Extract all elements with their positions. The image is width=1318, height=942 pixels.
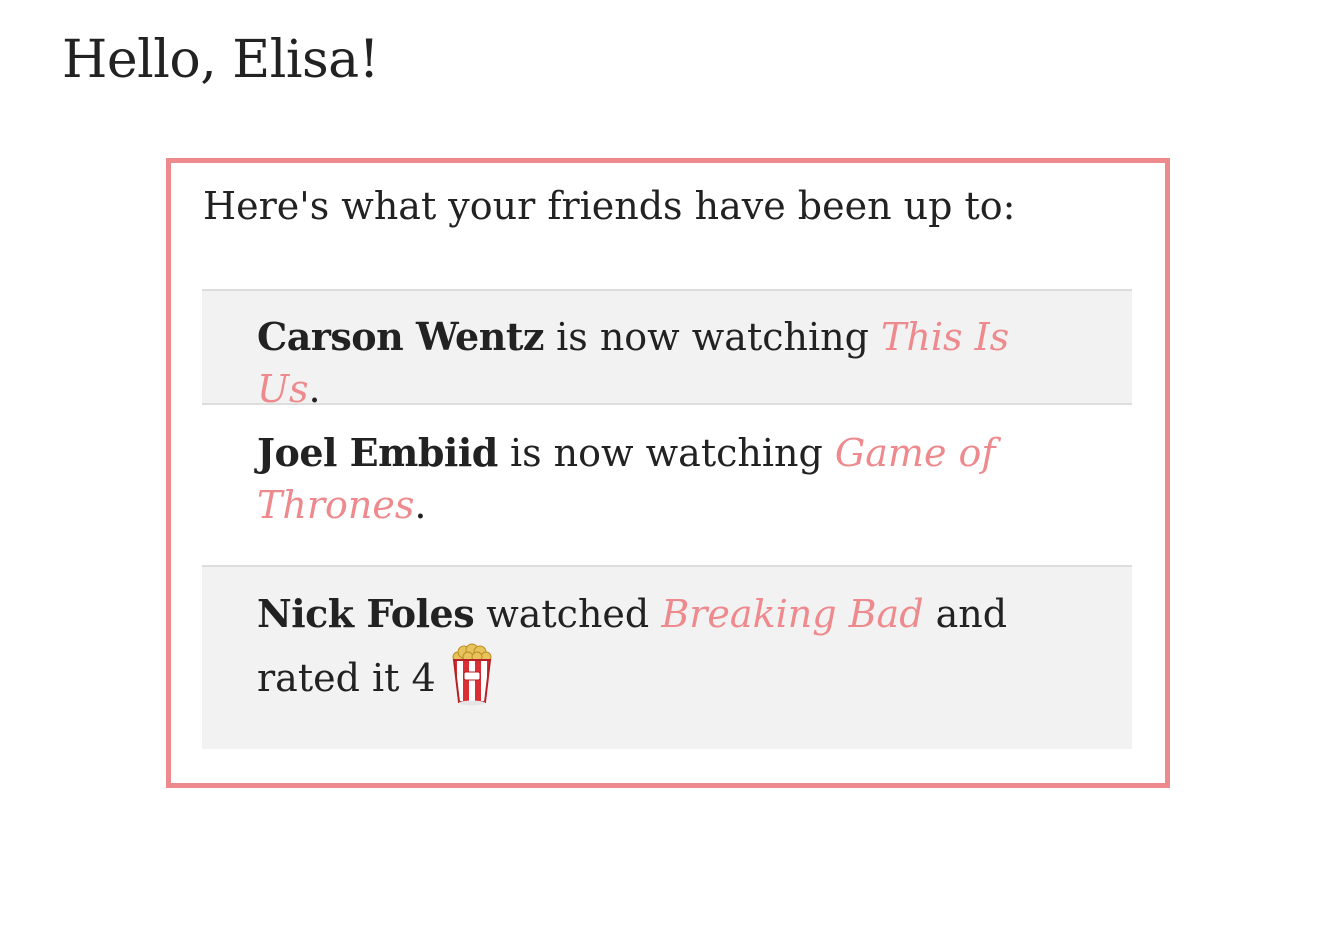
activity-text: is now watching xyxy=(556,315,869,359)
activity-text: is now watching xyxy=(509,431,823,475)
activity-item: Joel Embiid is now watching Game of Thro… xyxy=(202,403,1132,565)
activity-item: Nick Foles watched Breaking Bad and rate… xyxy=(202,565,1132,749)
friends-activity-card: Here's what your friends have been up to… xyxy=(166,158,1170,788)
page-title: Hello, Elisa! xyxy=(62,30,380,90)
activity-list: Carson Wentz is now watching This Is Us.… xyxy=(202,289,1132,749)
activity-text: watched xyxy=(486,592,650,636)
popcorn-icon xyxy=(448,641,496,721)
show-title-link[interactable]: Breaking Bad xyxy=(661,592,923,636)
sentence-end: . xyxy=(308,367,321,411)
feed-intro: Here's what your friends have been up to… xyxy=(203,184,1016,228)
friend-name[interactable]: Carson Wentz xyxy=(257,314,545,359)
friend-name[interactable]: Joel Embiid xyxy=(257,430,498,475)
sentence-end: . xyxy=(414,483,427,527)
activity-item: Carson Wentz is now watching This Is Us. xyxy=(202,289,1132,411)
friend-name[interactable]: Nick Foles xyxy=(257,591,475,636)
